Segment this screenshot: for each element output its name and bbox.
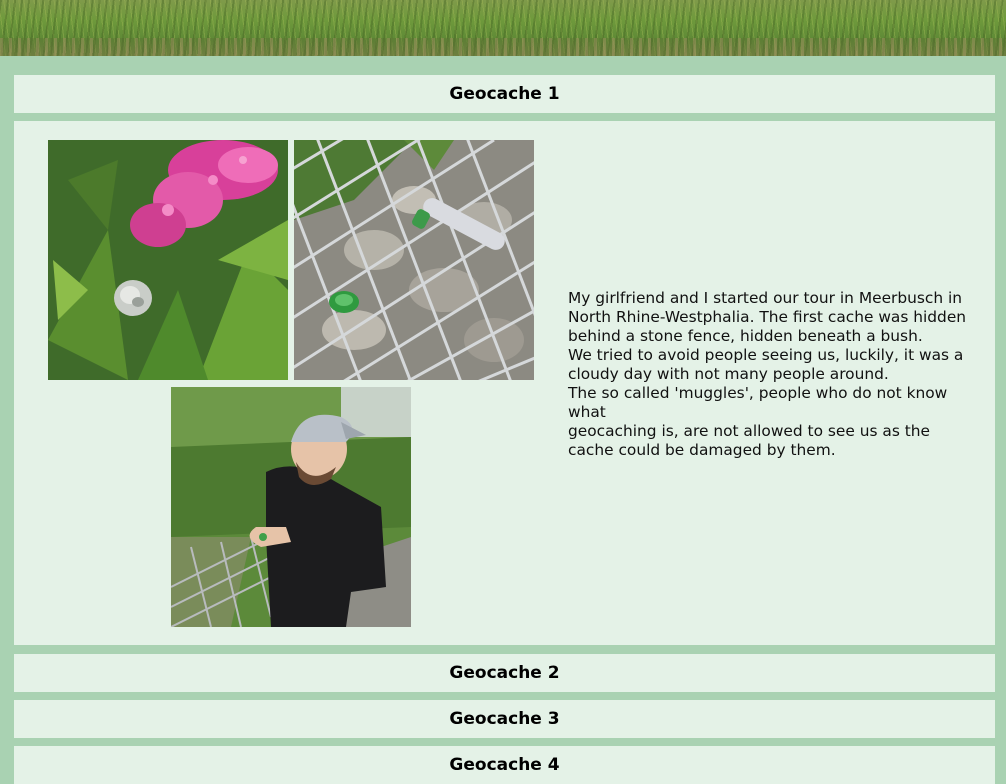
story-paragraph: We tried to avoid people seeing us, luck… bbox=[568, 346, 964, 383]
story-paragraph: The so called 'muggles', people who do n… bbox=[568, 384, 948, 421]
photo-stone-fence-cache bbox=[294, 140, 534, 380]
accordion-title: Geocache 2 bbox=[449, 663, 560, 683]
photo-man-with-cache bbox=[171, 387, 411, 627]
accordion-header-geocache-1[interactable]: Geocache 1 bbox=[14, 75, 995, 113]
geocache-1-story: My girlfriend and I started our tour in … bbox=[568, 289, 968, 460]
accordion-header-geocache-3[interactable]: Geocache 3 bbox=[14, 700, 995, 738]
story-paragraph: My girlfriend and I started our tour in … bbox=[568, 289, 967, 345]
banner-image bbox=[0, 0, 1006, 56]
accordion-title: Geocache 3 bbox=[449, 709, 560, 729]
accordion-header-geocache-4[interactable]: Geocache 4 bbox=[14, 746, 995, 784]
accordion-title: Geocache 4 bbox=[449, 755, 560, 775]
story-paragraph: geocaching is, are not allowed to see us… bbox=[568, 422, 930, 459]
accordion-header-geocache-2[interactable]: Geocache 2 bbox=[14, 654, 995, 692]
photo-flowers-snail bbox=[48, 140, 288, 380]
accordion-panel-geocache-1: My girlfriend and I started our tour in … bbox=[14, 121, 995, 645]
accordion-title: Geocache 1 bbox=[449, 84, 560, 104]
